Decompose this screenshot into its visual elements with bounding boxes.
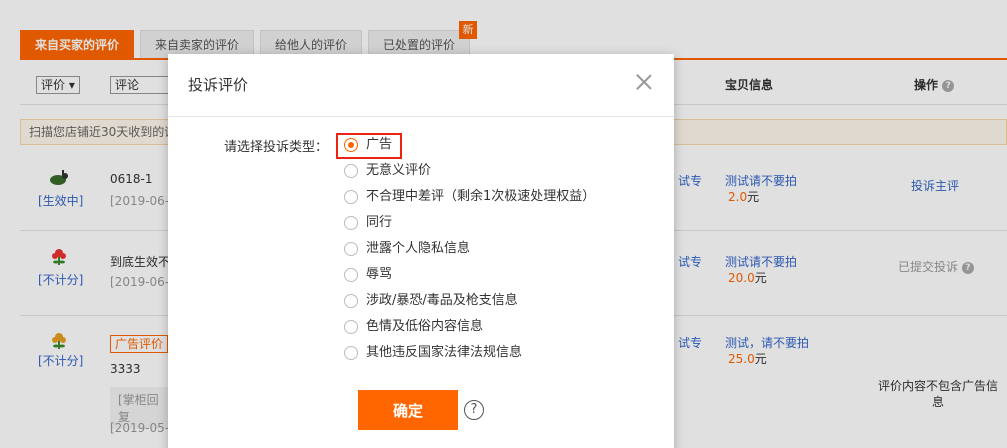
option-ad[interactable]: 广告 [336, 132, 595, 159]
radio-icon[interactable] [344, 242, 358, 256]
option-meaningless[interactable]: 无意义评价 [344, 158, 595, 184]
option-pornography[interactable]: 色情及低俗内容信息 [344, 314, 595, 340]
radio-icon[interactable] [344, 190, 358, 204]
complaint-type-radio-group: 广告 无意义评价 不合理中差评（剩余1次极速处理权益） 同行 泄露个人隐私信息 … [336, 132, 595, 366]
confirm-button[interactable]: 确定 [358, 390, 458, 430]
option-other-illegal[interactable]: 其他违反国家法律法规信息 [344, 340, 595, 366]
complaint-type-label: 请选择投诉类型： [224, 140, 329, 155]
option-unreasonable-negative[interactable]: 不合理中差评（剩余1次极速处理权益） [344, 184, 595, 210]
option-label: 其他违反国家法律法规信息 [366, 345, 523, 360]
option-label: 同行 [366, 215, 393, 230]
radio-icon[interactable] [344, 346, 358, 360]
option-label: 无意义评价 [366, 163, 432, 178]
question-help-icon[interactable]: ? [464, 400, 484, 420]
dialog-title: 投诉评价 [188, 76, 249, 94]
complaint-dialog: 投诉评价 请选择投诉类型： 广告 无意义评价 不合理中差评（剩余1次极速处理权益… [168, 54, 674, 448]
option-label: 不合理中差评（剩余1次极速处理权益） [366, 189, 596, 204]
close-icon[interactable] [634, 72, 654, 92]
option-privacy-leak[interactable]: 泄露个人隐私信息 [344, 236, 595, 262]
radio-icon[interactable] [344, 164, 358, 178]
radio-icon[interactable] [344, 294, 358, 308]
radio-checked-icon[interactable] [344, 138, 358, 152]
radio-icon[interactable] [344, 268, 358, 282]
option-label: 泄露个人隐私信息 [366, 241, 471, 256]
dialog-divider [168, 116, 674, 117]
radio-icon[interactable] [344, 216, 358, 230]
option-label: 色情及低俗内容信息 [366, 319, 484, 334]
option-competitor[interactable]: 同行 [344, 210, 595, 236]
option-politics-terror[interactable]: 涉政/暴恐/毒品及枪支信息 [344, 288, 595, 314]
option-label: 辱骂 [366, 267, 393, 282]
option-abuse[interactable]: 辱骂 [344, 262, 595, 288]
option-label: 涉政/暴恐/毒品及枪支信息 [366, 293, 518, 308]
radio-icon[interactable] [344, 320, 358, 334]
